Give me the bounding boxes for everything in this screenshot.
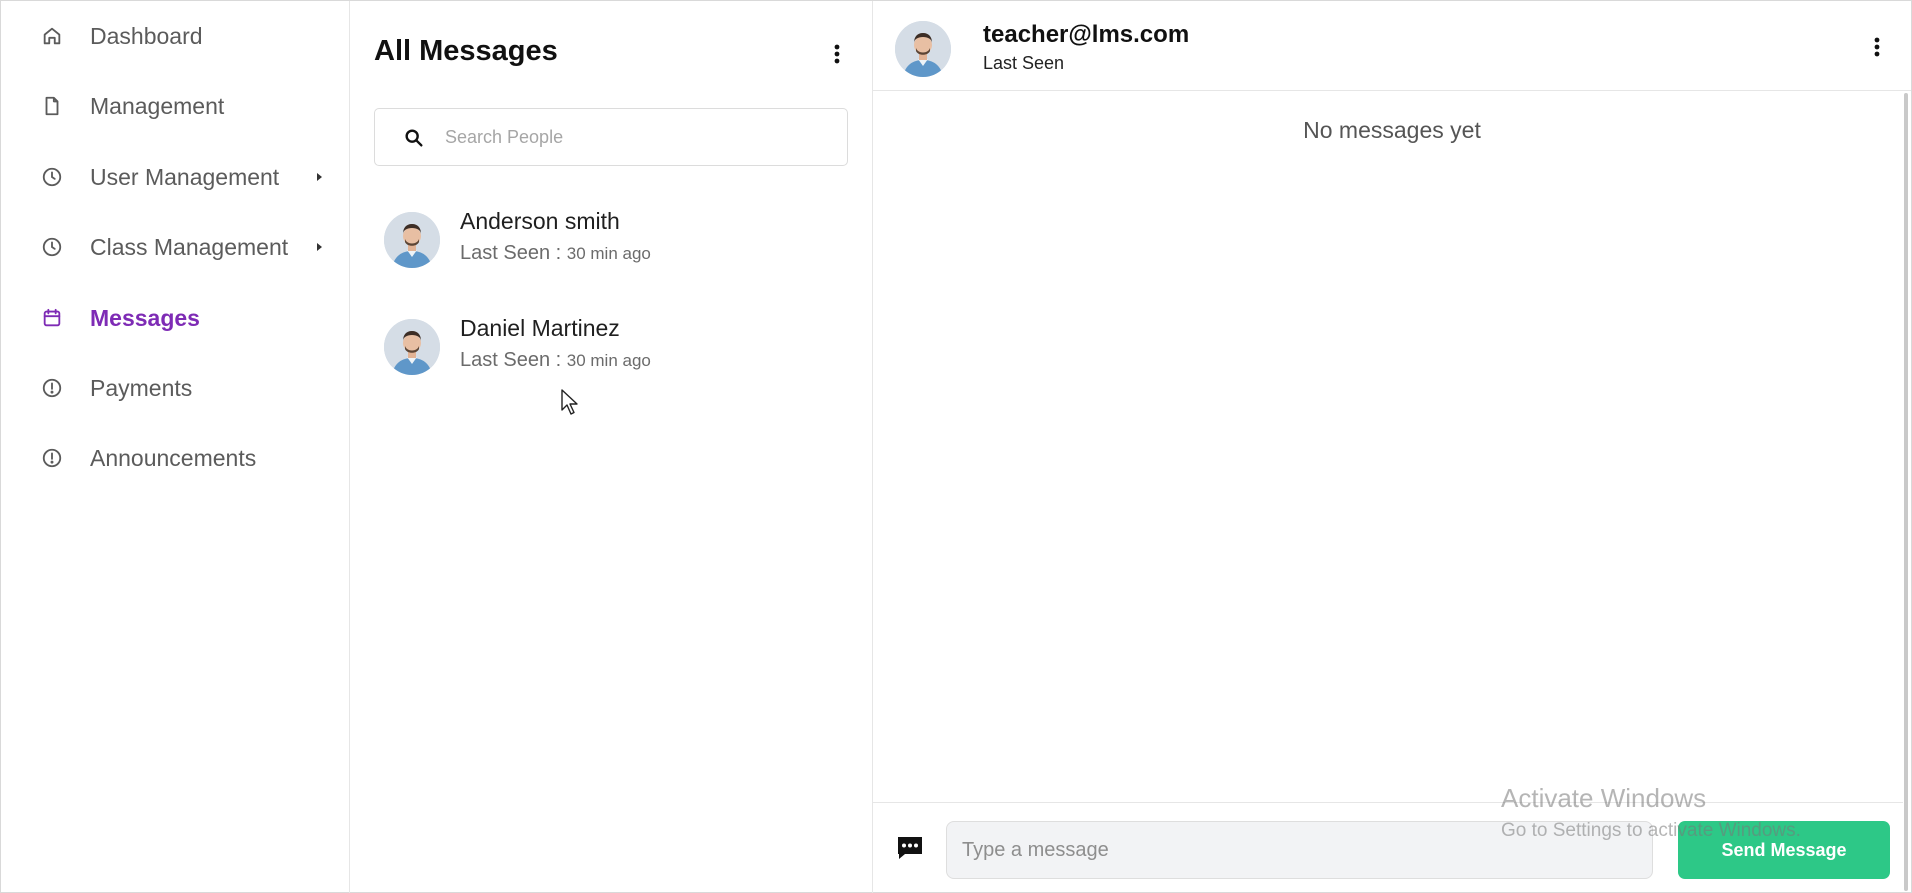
contact-last-seen: Last Seen : 30 min ago xyxy=(460,349,651,372)
contact-name: Anderson smith xyxy=(460,208,620,234)
sidebar-item-label: Announcements xyxy=(90,445,257,471)
last-seen-time: 30 min ago xyxy=(566,351,651,370)
avatar xyxy=(384,319,440,375)
alert-circle-icon xyxy=(41,377,63,399)
watermark-title: Activate Windows xyxy=(1501,783,1707,813)
sidebar-item-class-management[interactable]: Class Management xyxy=(1,219,350,275)
watermark-subtitle: Go to Settings to activate Windows. xyxy=(1501,820,1801,841)
sidebar-item-messages[interactable]: Messages xyxy=(1,290,350,346)
sidebar-item-user-management[interactable]: User Management xyxy=(1,149,350,205)
clock-icon xyxy=(41,236,63,258)
chat-header: teacher@lms.com Last Seen xyxy=(873,1,1911,91)
chevron-right-icon xyxy=(313,239,327,255)
search-box xyxy=(374,108,848,166)
clock-icon xyxy=(41,166,63,188)
scrollbar[interactable] xyxy=(1904,93,1908,891)
search-icon xyxy=(403,127,425,149)
page-title: All Messages xyxy=(374,35,558,67)
chevron-right-icon xyxy=(313,169,327,185)
more-options-icon[interactable] xyxy=(1866,33,1888,61)
avatar xyxy=(895,21,951,77)
sidebar-item-payments[interactable]: Payments xyxy=(1,360,350,416)
chat-user-name: teacher@lms.com xyxy=(983,21,1190,48)
mouse-cursor-icon xyxy=(560,388,580,416)
app-window: Dashboard Management User Management Cla… xyxy=(0,0,1912,893)
conversation-list-panel: All Messages Anderson xyxy=(350,1,873,893)
avatar xyxy=(384,212,440,268)
sidebar-item-label: Dashboard xyxy=(90,23,203,49)
sidebar-item-announcements[interactable]: Announcements xyxy=(1,430,350,486)
sidebar-item-management[interactable]: Management xyxy=(1,78,350,134)
sidebar-item-label: Class Management xyxy=(90,234,289,260)
sidebar: Dashboard Management User Management Cla… xyxy=(1,1,350,893)
empty-state-text: No messages yet xyxy=(1303,117,1481,143)
document-icon xyxy=(41,95,63,117)
home-icon xyxy=(41,25,63,47)
contact-name: Daniel Martinez xyxy=(460,315,620,341)
last-seen-time: 30 min ago xyxy=(566,244,651,263)
alert-circle-icon xyxy=(41,447,63,469)
chat-user-status: Last Seen xyxy=(983,53,1065,73)
last-seen-label: Last Seen : xyxy=(460,349,567,371)
search-input[interactable] xyxy=(445,109,835,165)
last-seen-label: Last Seen : xyxy=(460,242,567,264)
sidebar-item-label: Management xyxy=(90,93,225,119)
contact-last-seen: Last Seen : 30 min ago xyxy=(460,242,651,265)
chat-panel: teacher@lms.com Last Seen No messages ye… xyxy=(873,1,1911,893)
calendar-icon xyxy=(41,307,63,329)
sidebar-item-label: Messages xyxy=(90,305,200,331)
chat-bubble-icon[interactable] xyxy=(895,834,925,862)
sidebar-item-label: User Management xyxy=(90,164,280,190)
more-options-icon[interactable] xyxy=(826,40,848,68)
windows-activation-watermark: Activate Windows Go to Settings to activ… xyxy=(1501,783,1801,842)
sidebar-item-label: Payments xyxy=(90,375,193,401)
list-item[interactable]: Daniel Martinez Last Seen : 30 min ago xyxy=(350,295,872,399)
sidebar-item-dashboard[interactable]: Dashboard xyxy=(1,8,350,64)
list-item[interactable]: Anderson smith Last Seen : 30 min ago xyxy=(350,188,872,292)
